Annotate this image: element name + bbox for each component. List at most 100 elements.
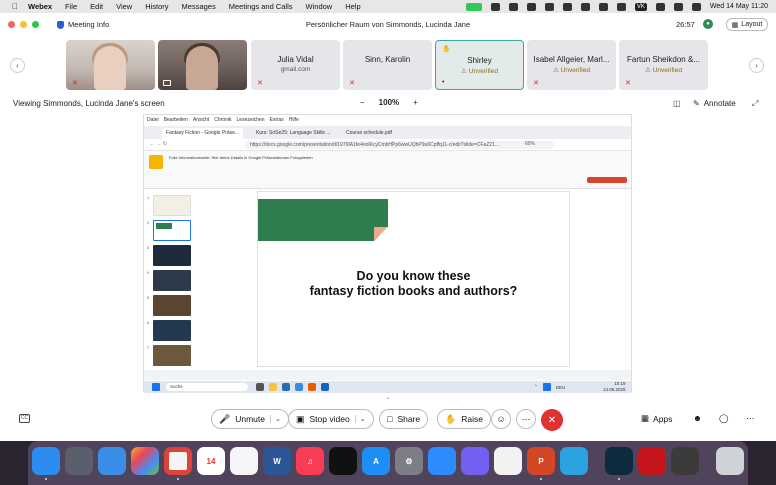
menu-messages[interactable]: Messages — [182, 2, 216, 11]
running-indicator — [45, 478, 47, 480]
chat-icon[interactable]: ◯ — [719, 413, 729, 424]
annotate-button[interactable]: ✎ Annotate — [693, 99, 736, 108]
thumb-number: 3 — [147, 245, 150, 250]
close-window-button[interactable] — [8, 21, 15, 28]
participant-tile-video[interactable]: ✕ — [66, 40, 155, 90]
datetime[interactable]: Wed 14 May 11:20 — [710, 3, 768, 10]
pencil-app-icon[interactable] — [494, 447, 522, 475]
participant-name: Isabel Allgeier, Marl... — [533, 55, 610, 64]
participant-tile[interactable]: Sinn, Karolin ✕ — [343, 40, 432, 90]
zoom-out-button[interactable]: − — [360, 98, 365, 107]
music-icon[interactable]: ♫ — [296, 447, 324, 475]
menu-window[interactable]: Window — [306, 2, 333, 11]
participant-sub: ⚠ Unverified — [645, 67, 682, 74]
share-button[interactable]: □ Share — [379, 409, 429, 429]
zoom-level[interactable]: 100% — [379, 98, 399, 107]
avatar[interactable]: ● — [703, 19, 713, 29]
acrobat-icon[interactable] — [638, 447, 666, 475]
unmute-button[interactable]: 🎤 Unmute ⌄ — [211, 409, 289, 429]
more-options-button[interactable]: ⋯ — [516, 409, 536, 429]
participant-video-person — [186, 46, 218, 90]
word-icon[interactable]: W — [263, 447, 291, 475]
chevron-down-icon[interactable]: ⌄ — [354, 415, 366, 423]
zoom-icon[interactable] — [428, 447, 456, 475]
facetime-icon[interactable] — [465, 2, 482, 11]
menu-meetings[interactable]: Meetings and Calls — [229, 2, 293, 11]
edge-icon — [295, 383, 303, 391]
captions-icon[interactable]: CC — [19, 414, 30, 423]
webex-icon[interactable] — [605, 447, 633, 475]
menu-help[interactable]: Help — [345, 2, 360, 11]
shared-menu-item: Chronik — [214, 117, 232, 123]
more-icon[interactable]: ⋯ — [746, 413, 755, 424]
stop-video-button[interactable]: ▣ Stop video ⌄ — [288, 409, 374, 429]
calendar-icon[interactable]: 14 — [197, 447, 225, 475]
viber-icon[interactable] — [461, 447, 489, 475]
menu-view[interactable]: View — [116, 2, 132, 11]
menu-history[interactable]: History — [145, 2, 168, 11]
participant-tile-video[interactable] — [158, 40, 247, 90]
calculator-icon[interactable] — [671, 447, 699, 475]
spotlight-icon[interactable] — [655, 2, 665, 11]
shared-url-zoom: 60% — [525, 141, 536, 147]
nav-arrows-icon: ← → ↻ — [150, 141, 167, 147]
strip-next-button[interactable]: › — [749, 58, 764, 73]
battery-icon[interactable] — [598, 2, 608, 11]
unverified-label: Unverified — [468, 68, 498, 75]
share-label: Share — [397, 414, 421, 424]
mail-icon[interactable] — [98, 447, 126, 475]
share-screen-icon: □ — [387, 414, 393, 424]
apple-icon[interactable]:  — [12, 2, 18, 11]
strip-prev-button[interactable]: ‹ — [10, 58, 25, 73]
control-center-icon[interactable] — [673, 2, 683, 11]
extension-icon[interactable] — [526, 2, 536, 11]
bluetooth-icon[interactable] — [580, 2, 590, 11]
apple-tv-icon[interactable] — [329, 447, 357, 475]
wifi-icon[interactable] — [616, 2, 626, 11]
zoom-window-button[interactable] — [32, 21, 39, 28]
meeting-info-button[interactable]: Meeting Info — [57, 20, 109, 29]
remote-control-icon[interactable]: ◫ — [673, 99, 681, 108]
reactions-button[interactable]: ☺ — [491, 409, 511, 429]
chevron-down-icon[interactable]: ⌄ — [381, 394, 395, 401]
menu-file[interactable]: File — [65, 2, 77, 11]
telegram-icon[interactable] — [560, 447, 588, 475]
raise-hand-button[interactable]: ✋ Raise — [437, 409, 491, 429]
siri-icon[interactable] — [691, 2, 701, 11]
layout-button[interactable]: ▦ Layout — [726, 18, 768, 31]
layout-label: Layout — [741, 21, 763, 28]
photos-icon[interactable] — [131, 447, 159, 475]
participant-tile[interactable]: Isabel Allgeier, Marl... ⚠ Unverified ✕ — [527, 40, 616, 90]
sync-icon[interactable] — [562, 2, 572, 11]
participant-tile[interactable]: Julia Vidal gmail.com ✕ — [251, 40, 340, 90]
reminders-icon[interactable] — [230, 447, 258, 475]
app-store-icon[interactable]: A — [362, 447, 390, 475]
zoom-in-button[interactable]: + — [413, 98, 418, 107]
chevron-down-icon[interactable]: ⌄ — [269, 415, 281, 423]
powerpoint-icon[interactable]: P — [527, 447, 555, 475]
meeting-controls: CC 🎤 Unmute ⌄ ▣ Stop video ⌄ □ Share ✋ R… — [0, 408, 776, 432]
minimize-window-button[interactable] — [20, 21, 27, 28]
menu-app[interactable]: Webex — [28, 2, 52, 11]
stop-video-label: Stop video — [309, 414, 350, 424]
input-source-icon[interactable]: VK — [634, 2, 647, 11]
shared-urlbar: ← → ↻ https://docs.google.com/presentati… — [144, 139, 631, 151]
chrome-icon[interactable] — [164, 447, 192, 475]
dropbox-icon[interactable] — [508, 2, 518, 11]
finder-icon[interactable] — [32, 447, 60, 475]
leave-meeting-button[interactable]: ✕ — [541, 409, 563, 431]
launchpad-icon[interactable] — [65, 447, 93, 475]
participant-tile[interactable]: Fartun Sheikdon &... ⚠ Unverified ✕ — [619, 40, 708, 90]
muted-mic-icon: ✕ — [625, 80, 631, 87]
participant-tile-active[interactable]: ✋ Shirley ⚠ Unverified • — [435, 40, 524, 90]
participants-icon[interactable]: ☻ — [693, 413, 702, 423]
creative-cloud-icon[interactable] — [490, 2, 500, 11]
menu-edit[interactable]: Edit — [90, 2, 103, 11]
system-settings-icon[interactable]: ⚙ — [395, 447, 423, 475]
trash-icon[interactable] — [716, 447, 744, 475]
slide-thumbnails: 1 2 3 4 5 6 7 — [147, 191, 197, 371]
participant-sub: ⚠ Unverified — [461, 68, 498, 75]
expand-icon[interactable]: ⤢ — [752, 99, 758, 109]
chrome-status-icon[interactable] — [544, 2, 554, 11]
apps-button[interactable]: ▦ Apps — [641, 413, 672, 424]
